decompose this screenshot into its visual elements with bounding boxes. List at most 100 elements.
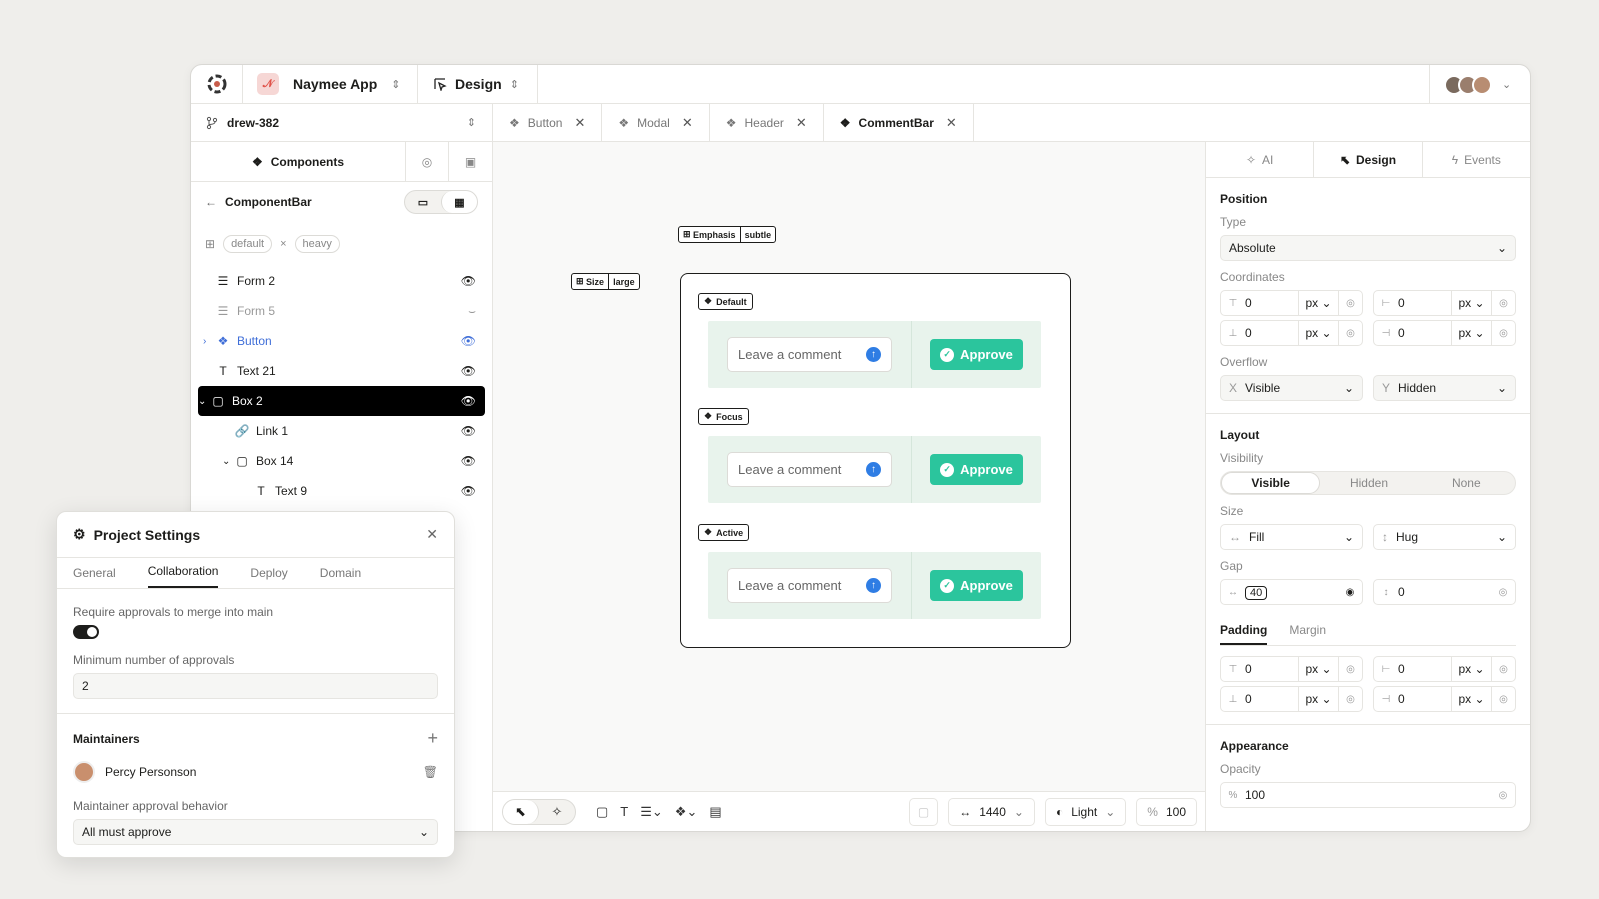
tab-modal[interactable]: ❖ Modal ✕ xyxy=(602,104,710,141)
padding-left-field[interactable]: ⊢ 0 px ⌄ ◎ xyxy=(1373,656,1516,682)
right-coordinate-field[interactable]: ⊣ 0 px ⌄ ◎ xyxy=(1373,320,1516,346)
chevron-down-icon[interactable]: ⌄ xyxy=(222,456,234,467)
back-arrow-icon[interactable]: ← xyxy=(205,195,217,209)
component-frame[interactable]: ❖ Default Leave a comment ↑ ✓ Approve ❖ Focus Le… xyxy=(680,273,1071,648)
size-chip[interactable]: ⊞ Size large xyxy=(571,273,640,290)
tab-button[interactable]: ❖ Button ✕ xyxy=(493,104,603,141)
visibility-option[interactable]: Hidden xyxy=(1320,472,1417,494)
eye-icon[interactable]: 👁 xyxy=(461,424,476,438)
send-arrow-icon[interactable]: ↑ xyxy=(866,462,881,477)
tab-events[interactable]: ϟ Events xyxy=(1423,142,1530,177)
component-tool-icon[interactable]: ❖⌄ xyxy=(669,798,704,826)
focus-icon[interactable]: ◎ xyxy=(406,142,449,181)
trash-icon[interactable]: 🗑 xyxy=(423,765,438,779)
project-switcher[interactable]: 𝒩 Naymee App ⇕ xyxy=(243,65,418,103)
tab-ai[interactable]: ✧ AI xyxy=(1206,142,1315,177)
view-toggle[interactable]: ▭ ▦ xyxy=(404,190,478,214)
text-tool-icon[interactable]: T xyxy=(614,798,634,826)
padding-top-field[interactable]: ⊤ 0 px ⌄ ◎ xyxy=(1220,656,1363,682)
chevron-down-icon[interactable]: ⌄ xyxy=(198,396,210,407)
zoom-field[interactable]: % 100 xyxy=(1136,797,1197,826)
unit-select[interactable]: px ⌄ xyxy=(1298,687,1338,711)
require-approvals-toggle[interactable] xyxy=(73,625,99,639)
tab-deploy[interactable]: Deploy xyxy=(250,566,287,588)
target-icon[interactable]: ◎ xyxy=(1338,657,1362,681)
layer-item[interactable]: T Text 21 👁 xyxy=(191,356,492,386)
min-approvals-input[interactable]: 2 xyxy=(73,673,438,699)
tab-collaboration[interactable]: Collaboration xyxy=(147,564,219,588)
form-tool-icon[interactable]: ☰⌄ xyxy=(634,798,669,826)
gap-x-field[interactable]: ↔ 40 ◉ xyxy=(1220,579,1363,605)
eye-icon[interactable]: 👁 xyxy=(461,484,476,498)
select-tool-icon[interactable]: ⬉ xyxy=(503,799,539,824)
eye-icon[interactable]: 👁 xyxy=(461,274,476,288)
height-mode-select[interactable]: ↕ Hug ⌄ xyxy=(1373,524,1516,550)
target-icon[interactable]: ◎ xyxy=(1491,687,1515,711)
branch-selector[interactable]: drew-382 ⇕ xyxy=(191,104,493,141)
unit-select[interactable]: px ⌄ xyxy=(1451,291,1491,315)
tab-domain[interactable]: Domain xyxy=(320,566,361,588)
ai-tool-icon[interactable]: ✧ xyxy=(539,800,575,824)
cursor-mode-toggle[interactable]: ⬉ ✧ xyxy=(502,798,576,825)
target-icon[interactable]: ◎ xyxy=(1491,580,1515,604)
target-icon[interactable]: ◎ xyxy=(1338,291,1362,315)
collaborator-avatars[interactable]: ⌄ xyxy=(1429,65,1530,104)
unit-select[interactable]: px ⌄ xyxy=(1298,657,1338,681)
eye-icon[interactable]: 👁 xyxy=(461,394,476,408)
variant-pill[interactable]: default xyxy=(223,235,273,253)
opacity-field[interactable]: % 100 ◎ xyxy=(1220,782,1516,808)
target-icon[interactable]: ◎ xyxy=(1338,687,1362,711)
bottom-coordinate-field[interactable]: ⊥ 0 px ⌄ ◎ xyxy=(1220,320,1363,346)
add-maintainer-icon[interactable]: + xyxy=(427,728,438,749)
design-canvas[interactable]: ⊞ Emphasis subtle ⊞ Size large ❖ Default L… xyxy=(493,142,1205,831)
target-icon[interactable]: ◎ xyxy=(1491,657,1515,681)
theme-selector[interactable]: ◐ Light ⌄ xyxy=(1044,797,1127,826)
close-icon[interactable]: ✕ xyxy=(574,115,585,131)
layer-item[interactable]: T Text 9 👁 xyxy=(191,476,492,506)
layer-item[interactable]: ☰ Form 2 👁 xyxy=(191,266,492,296)
comment-bar-variant[interactable]: Leave a comment ↑ ✓ Approve xyxy=(708,321,1041,388)
send-arrow-icon[interactable]: ↑ xyxy=(866,578,881,593)
close-icon[interactable]: ✕ xyxy=(796,115,807,131)
tab-padding[interactable]: Padding xyxy=(1220,623,1268,645)
target-icon[interactable]: ◉ xyxy=(1338,580,1362,604)
eye-icon[interactable]: 👁 xyxy=(461,454,476,468)
preview-icon[interactable]: ▣ xyxy=(449,142,492,181)
close-icon[interactable]: ✕ xyxy=(426,526,438,543)
layer-item[interactable]: ☰ Form 5 ⌣ xyxy=(191,296,492,326)
target-icon[interactable]: ◎ xyxy=(1338,321,1362,345)
tab-general[interactable]: General xyxy=(73,566,116,588)
position-type-select[interactable]: Absolute ⌄ xyxy=(1220,235,1516,261)
comment-bar-variant[interactable]: Leave a comment ↑ ✓ Approve xyxy=(708,552,1041,619)
close-icon[interactable]: ✕ xyxy=(946,115,957,131)
left-coordinate-field[interactable]: ⊢ 0 px ⌄ ◎ xyxy=(1373,290,1516,316)
comment-bar-variant[interactable]: Leave a comment ↑ ✓ Approve xyxy=(708,436,1041,503)
components-tab[interactable]: ❖ Components xyxy=(191,142,406,181)
top-coordinate-field[interactable]: ⊤ 0 px ⌄ ◎ xyxy=(1220,290,1363,316)
send-arrow-icon[interactable]: ↑ xyxy=(866,347,881,362)
unit-select[interactable]: px ⌄ xyxy=(1451,687,1491,711)
emphasis-chip[interactable]: ⊞ Emphasis subtle xyxy=(678,226,777,243)
variant-pill[interactable]: heavy xyxy=(294,235,340,253)
single-view-icon[interactable]: ▭ xyxy=(405,191,441,213)
gap-y-field[interactable]: ↕ 0 ◎ xyxy=(1373,579,1516,605)
grid-view-icon[interactable]: ▦ xyxy=(441,191,477,213)
visibility-option[interactable]: Visible xyxy=(1221,472,1321,494)
tab-margin[interactable]: Margin xyxy=(1289,623,1326,645)
unit-select[interactable]: px ⌄ xyxy=(1451,321,1491,345)
tab-design[interactable]: ⬉ Design xyxy=(1314,142,1423,177)
fill-swatch[interactable]: ▢ xyxy=(908,797,939,826)
tab-commentbar[interactable]: ❖ CommentBar ✕ xyxy=(823,104,974,141)
tab-header[interactable]: ❖ Header ✕ xyxy=(710,104,824,141)
layer-item[interactable]: ⌄ ▢ Box 2 👁 xyxy=(198,386,485,416)
target-icon[interactable]: ◎ xyxy=(1491,291,1515,315)
unit-select[interactable]: px ⌄ xyxy=(1451,657,1491,681)
workspace-switcher[interactable]: Design ⇕ xyxy=(418,65,538,103)
behavior-select[interactable]: All must approve ⌄ xyxy=(73,819,438,845)
width-mode-select[interactable]: ↔ Fill ⌄ xyxy=(1220,524,1363,550)
overflow-x-select[interactable]: X Visible ⌄ xyxy=(1220,375,1363,401)
close-icon[interactable]: ✕ xyxy=(682,115,693,131)
width-selector[interactable]: ↔ 1440 ⌄ xyxy=(948,797,1035,826)
comment-input[interactable]: Leave a comment ↑ xyxy=(727,568,892,603)
layer-item[interactable]: › ❖ Button 👁 xyxy=(191,326,492,356)
